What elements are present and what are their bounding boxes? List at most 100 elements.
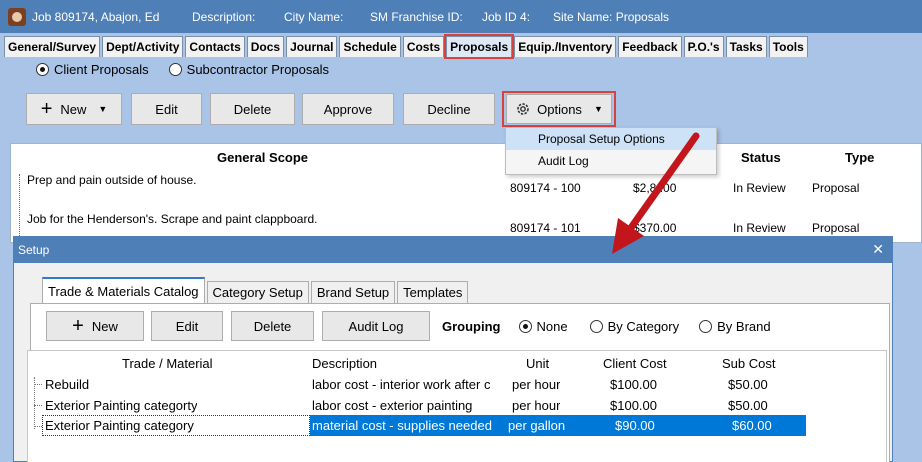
approve-button[interactable]: Approve [302, 93, 394, 125]
options-button-label: Options [537, 101, 582, 117]
setup-dialog: Setup ✕ Trade & Materials Catalog Catego… [13, 236, 893, 462]
setup-tab-strip: Trade & Materials Catalog Category Setup… [42, 277, 470, 303]
setup-dialog-titlebar: Setup ✕ [14, 237, 892, 263]
row2-id[interactable]: 809174 - 101 [510, 221, 581, 235]
row1-sub-cost[interactable]: $50.00 [728, 377, 768, 392]
tab-trade-materials-catalog[interactable]: Trade & Materials Catalog [42, 277, 205, 303]
catalog-edit-button[interactable]: Edit [151, 311, 223, 341]
row2-amount[interactable]: $370.00 [633, 221, 676, 235]
title-description: Description: [192, 9, 256, 24]
row1-unit[interactable]: per hour [512, 377, 560, 392]
col-unit[interactable]: Unit [526, 356, 549, 371]
edit-button[interactable]: Edit [131, 93, 202, 125]
grouping-by-brand-label: By Brand [717, 319, 771, 334]
chevron-down-icon: ▼ [98, 104, 108, 114]
options-button[interactable]: Options ▼ [506, 94, 612, 124]
client-proposals-radio[interactable] [36, 63, 49, 76]
plus-icon: + [40, 98, 53, 120]
header-general-scope: General Scope [217, 150, 309, 165]
chevron-down-icon: ▼ [593, 104, 603, 114]
col-description[interactable]: Description [312, 356, 377, 371]
tab-brand-setup[interactable]: Brand Setup [310, 281, 396, 303]
row1-type[interactable]: Proposal [812, 181, 859, 195]
row3-sub-cost[interactable]: $60.00 [732, 418, 772, 433]
gear-icon [515, 101, 531, 117]
grouping-by-category-radio[interactable] [589, 320, 603, 333]
row2-type[interactable]: Proposal [812, 221, 859, 235]
tab-dept-activity[interactable]: Dept/Activity [102, 36, 184, 57]
tab-category-setup[interactable]: Category Setup [206, 281, 309, 303]
menu-item-audit-log[interactable]: Audit Log [506, 150, 716, 172]
tab-contacts[interactable]: Contacts [185, 36, 245, 57]
tab-templates[interactable]: Templates [397, 281, 469, 303]
close-icon[interactable]: ✕ [872, 241, 884, 258]
tree-branch [34, 426, 42, 427]
app-logo-icon [8, 7, 26, 26]
main-tab-strip: General/Survey Dept/Activity Contacts Do… [0, 33, 922, 59]
menu-item-proposal-setup-options[interactable]: Proposal Setup Options [506, 128, 716, 150]
grouping-none-radio[interactable] [518, 320, 532, 333]
catalog-delete-button[interactable]: Delete [231, 311, 314, 341]
grouping-by-category-label: By Category [607, 319, 680, 334]
catalog-table: Trade / Material Description Unit Client… [27, 350, 887, 462]
row3-name[interactable]: Exterior Painting category [45, 418, 194, 433]
col-client-cost[interactable]: Client Cost [603, 356, 667, 371]
grouping-none-label: None [536, 319, 568, 334]
window-titlebar: Job 809174, Abajon, Ed Description: City… [0, 0, 922, 33]
grouping-label: Grouping [442, 319, 501, 334]
header-type: Type [845, 150, 875, 165]
row1-client-cost[interactable]: $100.00 [610, 377, 657, 392]
setup-dialog-title: Setup [18, 243, 50, 257]
row2-description[interactable]: labor cost - exterior painting [312, 398, 498, 413]
row1-amount[interactable]: $2,8 .00 [633, 181, 676, 195]
new-button[interactable]: + New ▼ [26, 93, 122, 125]
row1-id[interactable]: 809174 - 100 [510, 181, 581, 195]
catalog-new-button[interactable]: + New [46, 311, 144, 341]
row3-unit[interactable]: per gallon [508, 418, 565, 433]
tab-pos[interactable]: P.O.'s [683, 36, 724, 57]
grouping-by-brand-radio[interactable] [699, 320, 713, 333]
row1-scope[interactable]: Prep and pain outside of house. [27, 173, 196, 187]
proposal-type-radios: Client Proposals Subcontractor Proposals [36, 62, 329, 77]
tab-costs[interactable]: Costs [402, 36, 445, 57]
row1-description[interactable]: labor cost - interior work after c [312, 377, 498, 392]
col-trade-material[interactable]: Trade / Material [122, 356, 213, 371]
tab-journal[interactable]: Journal [286, 36, 338, 57]
new-button-label: New [60, 101, 87, 117]
row3-description[interactable]: material cost - supplies needed [312, 418, 504, 433]
row1-name[interactable]: Rebuild [45, 377, 89, 392]
row2-unit[interactable]: per hour [512, 398, 560, 413]
row1-status[interactable]: In Review [733, 181, 786, 195]
row2-sub-cost[interactable]: $50.00 [728, 398, 768, 413]
title-site: Site Name: Proposals [553, 9, 670, 24]
row2-scope[interactable]: Job for the Henderson's. Scrape and pain… [27, 212, 317, 226]
col-sub-cost[interactable]: Sub Cost [722, 356, 775, 371]
catalog-new-label: New [91, 318, 118, 334]
tab-general-survey[interactable]: General/Survey [4, 36, 101, 57]
tab-schedule[interactable]: Schedule [339, 36, 401, 57]
subcontractor-proposals-radio[interactable] [168, 63, 182, 76]
row3-client-cost[interactable]: $90.00 [615, 418, 655, 433]
header-status: Status [741, 150, 781, 165]
tree-branch [34, 384, 42, 385]
tab-tools[interactable]: Tools [768, 36, 808, 57]
row2-client-cost[interactable]: $100.00 [610, 398, 657, 413]
options-dropdown-menu: Proposal Setup Options Audit Log [505, 127, 717, 175]
row2-status[interactable]: In Review [733, 221, 786, 235]
grouping-options: Grouping None By Category By Brand [442, 319, 771, 334]
title-city: City Name: [284, 9, 344, 24]
tab-proposals[interactable]: Proposals [444, 34, 515, 59]
tab-docs[interactable]: Docs [246, 36, 285, 57]
catalog-audit-log-button[interactable]: Audit Log [322, 311, 430, 341]
title-franchise: SM Franchise ID: [370, 9, 463, 24]
tree-branch [34, 405, 42, 406]
tab-tasks[interactable]: Tasks [725, 36, 767, 57]
tab-feedback[interactable]: Feedback [618, 36, 682, 57]
title-job: Job 809174, Abajon, Ed [32, 9, 160, 24]
tab-equip-inventory[interactable]: Equip./Inventory [514, 36, 617, 57]
row2-name[interactable]: Exterior Painting categorty [45, 398, 197, 413]
decline-button[interactable]: Decline [403, 93, 495, 125]
client-proposals-label: Client Proposals [54, 62, 149, 77]
title-jobid: Job ID 4: [482, 9, 531, 24]
delete-button[interactable]: Delete [210, 93, 295, 125]
